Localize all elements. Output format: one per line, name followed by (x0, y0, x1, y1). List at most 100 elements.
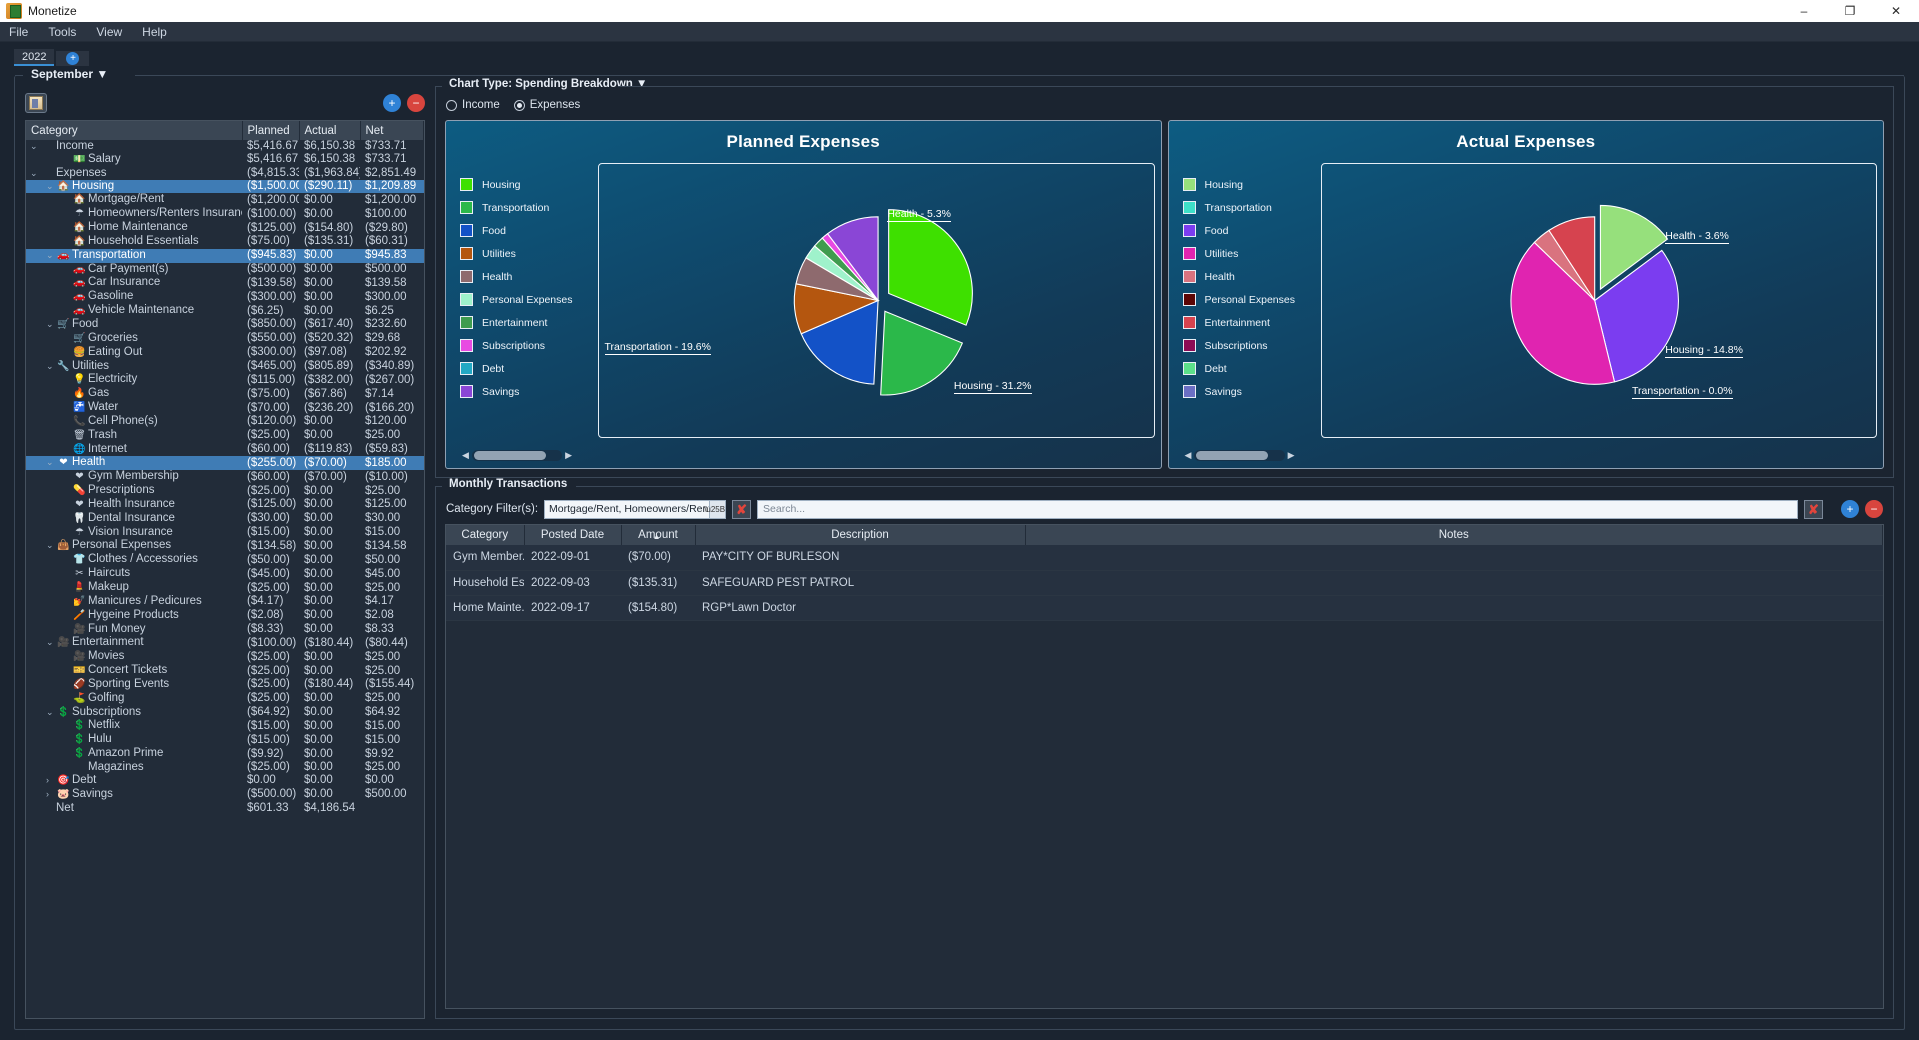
tree-col-net[interactable]: Net (360, 121, 424, 140)
add-year-tab-button[interactable]: + (56, 51, 90, 66)
tree-cell-category[interactable]: ❤ Gym Membership (26, 470, 242, 484)
remove-category-button[interactable]: − (407, 94, 425, 112)
tree-cell-category[interactable]: 🎫 Concert Tickets (26, 664, 242, 678)
tree-cell-category[interactable]: 🏠 Home Maintenance (26, 221, 242, 235)
tree-cell-category[interactable]: Magazines (26, 761, 242, 774)
tree-col-actual[interactable]: Actual (299, 121, 361, 140)
tree-row[interactable]: ☂ Vision Insurance ($15.00) $0.00 $15.00 (26, 526, 424, 540)
tree-row[interactable]: 🌐 Internet ($60.00) ($119.83) ($59.83) (26, 443, 424, 457)
tree-twisty[interactable]: ⌄ (46, 456, 57, 469)
tree-cell-category[interactable]: 💲 Amazon Prime (26, 747, 242, 761)
chevron-down-icon[interactable]: ▼ (96, 67, 108, 81)
menu-item-tools[interactable]: Tools (45, 24, 79, 40)
tree-cell-category[interactable]: Net (26, 802, 242, 815)
tree-row[interactable]: 🎥 Fun Money ($8.33) $0.00 $8.33 (26, 623, 424, 637)
menu-item-file[interactable]: File (6, 24, 31, 40)
tree-twisty[interactable]: ⌄ (30, 167, 41, 180)
tree-cell-category[interactable]: ⌄ 🔧 Utilities (26, 360, 242, 374)
pie-slice[interactable] (880, 310, 964, 396)
tree-cell-category[interactable]: 🚗 Vehicle Maintenance (26, 304, 242, 318)
tree-twisty[interactable]: › (46, 774, 57, 787)
close-button[interactable]: ✕ (1873, 0, 1919, 22)
chevron-down-icon[interactable]: ▼ (636, 78, 647, 90)
tree-cell-category[interactable]: 📞 Cell Phone(s) (26, 415, 242, 429)
tree-row[interactable]: 💅 Manicures / Pedicures ($4.17) $0.00 $4.17 (26, 595, 424, 609)
pie-slice[interactable] (888, 209, 973, 326)
tree-col-planned[interactable]: Planned (242, 121, 300, 140)
tree-row[interactable]: ⌄ 💲 Subscriptions ($64.92) $0.00 $64.92 (26, 706, 424, 720)
tree-row[interactable]: › 🐷 Savings ($500.00) $0.00 $500.00 (26, 788, 424, 802)
tree-row[interactable]: 🔥 Gas ($75.00) ($67.86) $7.14 (26, 387, 424, 401)
radio-income-dot[interactable] (446, 99, 457, 111)
remove-transaction-button[interactable]: − (1865, 500, 1883, 518)
tree-row[interactable]: 🪥 Hygeine Products ($2.08) $0.00 $2.08 (26, 609, 424, 623)
tree-row[interactable]: ⌄ 🔧 Utilities ($465.00) ($805.89) ($340.89) (26, 360, 424, 374)
tree-twisty[interactable]: ⌄ (46, 360, 57, 373)
tree-row[interactable]: Magazines ($25.00) $0.00 $25.00 (26, 761, 424, 774)
tree-row[interactable]: ❤ Health Insurance ($125.00) $0.00 $125.00 (26, 498, 424, 512)
tree-row[interactable]: ❤ Gym Membership ($60.00) ($70.00) ($10.00) (26, 470, 424, 484)
category-filter-combo[interactable]: Mortgage/Rent, Homeowners/Renters Ins \u… (544, 499, 727, 519)
tree-cell-category[interactable]: ⌄ 🏠 Housing (26, 179, 242, 194)
chart-type-selector[interactable]: Chart Type: Spending Breakdown ▼ (444, 78, 653, 90)
x-clear-search-icon[interactable]: ✘ (1804, 499, 1823, 519)
tree-cell-category[interactable]: 🎥 Movies (26, 650, 242, 664)
tree-row[interactable]: 💊 Prescriptions ($25.00) $0.00 $25.00 (26, 484, 424, 498)
tree-cell-category[interactable]: 👕 Clothes / Accessories (26, 553, 242, 567)
tree-cell-category[interactable]: 🍔 Eating Out (26, 346, 242, 360)
tree-twisty[interactable]: ⌄ (46, 539, 57, 552)
tree-cell-category[interactable]: › 🎯 Debt (26, 774, 242, 788)
tree-row[interactable]: 💲 Hulu ($15.00) $0.00 $15.00 (26, 733, 424, 747)
tree-row[interactable]: Net $601.33 $4,186.54 (26, 802, 424, 815)
tree-row[interactable]: ⌄ 🚗 Transportation ($945.83) $0.00 $945.83 (26, 248, 424, 263)
tree-row[interactable]: ⌄ 👜 Personal Expenses ($134.58) $0.00 $134.58 (26, 539, 424, 553)
scroll-right-icon[interactable]: ▶ (565, 450, 572, 461)
tree-cell-category[interactable]: ⌄ 🎥 Entertainment (26, 636, 242, 650)
tree-cell-category[interactable]: ⌄ 💲 Subscriptions (26, 706, 242, 720)
tree-cell-category[interactable]: 💅 Manicures / Pedicures (26, 595, 242, 609)
tree-cell-category[interactable]: › 🐷 Savings (26, 788, 242, 802)
menu-item-view[interactable]: View (93, 24, 125, 40)
search-input[interactable]: Search... (757, 499, 1798, 519)
tree-row[interactable]: 🏈 Sporting Events ($25.00) ($180.44) ($155.4… (26, 678, 424, 692)
scroll-thumb[interactable] (473, 451, 546, 460)
tx-col-amount[interactable]: Amount ▲ (621, 525, 696, 545)
tree-row[interactable]: ⌄ Expenses ($4,815.33) ($1,963.84) $2,851.49 (26, 167, 424, 180)
tree-cell-category[interactable]: ⛳ Golfing (26, 692, 242, 706)
minimize-button[interactable]: – (1781, 0, 1827, 22)
budget-tree[interactable]: Category Planned Actual Net ⌄ Income $5,41… (25, 120, 425, 1019)
tree-row[interactable]: 🛒 Groceries ($550.00) ($520.32) $29.68 (26, 332, 424, 346)
tree-cell-category[interactable]: 🦷 Dental Insurance (26, 512, 242, 526)
tree-row[interactable]: 🚗 Car Payment(s) ($500.00) $0.00 $500.00 (26, 263, 424, 277)
scroll-track[interactable] (1194, 450, 1285, 461)
tree-row[interactable]: 🏠 Home Maintenance ($125.00) ($154.80) ($29.… (26, 221, 424, 235)
tree-row[interactable]: 🗑 Trash ($25.00) $0.00 $25.00 (26, 429, 424, 443)
tree-row[interactable]: 🎫 Concert Tickets ($25.00) $0.00 $25.00 (26, 664, 424, 678)
tree-cell-category[interactable]: ⌄ Income (26, 140, 242, 153)
tree-row[interactable]: 🚰 Water ($70.00) ($236.20) ($166.20) (26, 401, 424, 415)
tree-cell-category[interactable]: 🎥 Fun Money (26, 623, 242, 637)
table-row[interactable]: Household Es...2022-09-03($135.31)SAFEGU… (446, 570, 1883, 596)
transactions-table-wrap[interactable]: Category Posted Date Amount ▲ Descriptio… (445, 524, 1884, 1009)
tree-twisty[interactable]: ⌄ (30, 140, 41, 153)
chevron-down-icon[interactable]: \u25BC (704, 500, 726, 518)
maximize-button[interactable]: ❐ (1827, 0, 1873, 22)
tree-cell-category[interactable]: 🚗 Gasoline (26, 290, 242, 304)
tree-cell-category[interactable]: ⌄ 🚗 Transportation (26, 248, 242, 263)
radio-expenses-dot[interactable] (513, 99, 525, 111)
radio-expenses[interactable]: Expenses (513, 99, 580, 111)
tree-row[interactable]: 🚗 Car Insurance ($139.58) $0.00 $139.58 (26, 276, 424, 290)
tree-row[interactable]: 💡 Electricity ($115.00) ($382.00) ($267.00) (26, 373, 424, 387)
scroll-track[interactable] (471, 450, 563, 461)
tree-cell-category[interactable]: 🌐 Internet (26, 443, 242, 457)
month-selector[interactable]: September ▼ (25, 67, 115, 81)
planned-chart-scrollbar[interactable]: ◀ ▶ (462, 449, 572, 462)
tree-twisty[interactable]: ⌄ (46, 706, 57, 719)
table-row[interactable]: Home Mainte... 2022-09-17 ($154.80) RGP*Law… (446, 595, 1883, 621)
scroll-left-icon[interactable]: ◀ (462, 450, 469, 461)
tree-col-category[interactable]: Category (26, 121, 243, 140)
tree-cell-category[interactable]: ⌄ ❤ Health (26, 456, 242, 471)
tree-row[interactable]: 👕 Clothes / Accessories ($50.00) $0.00 $50.0… (26, 553, 424, 567)
tree-row[interactable]: ☂ Homeowners/Renters Insurance ($100.00) $0… (26, 207, 424, 221)
tree-cell-category[interactable]: 🏈 Sporting Events (26, 678, 242, 692)
